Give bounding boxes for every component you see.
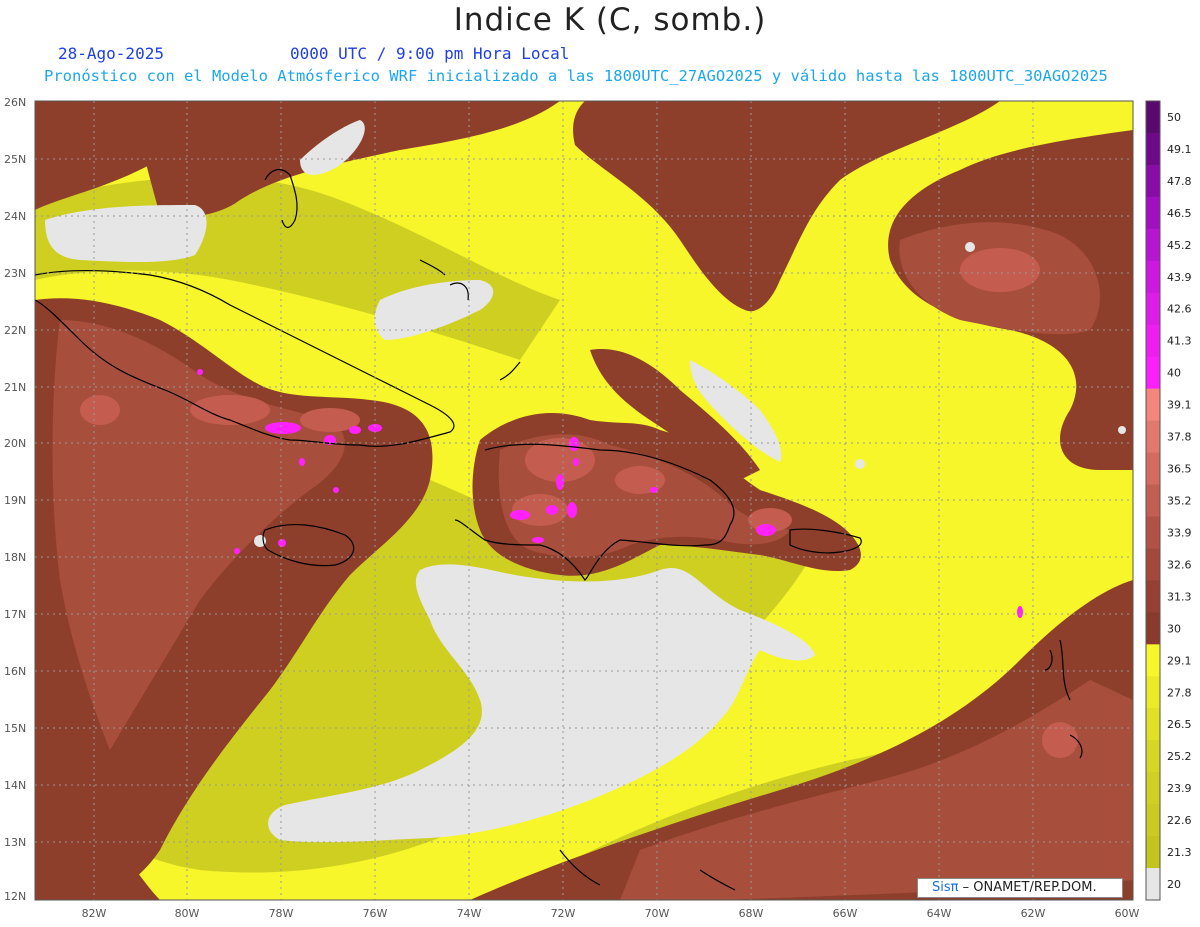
latitude-labels: 26N 25N 24N 23N 22N 21N 20N 19N 18N 17N …	[4, 96, 26, 903]
colorbar-label: 42.6	[1167, 303, 1192, 316]
colorbar-label: 43.9	[1167, 271, 1192, 284]
colorbar-label: 30	[1167, 622, 1181, 635]
colorbar-swatch	[1146, 132, 1160, 166]
lon-label: 78W	[269, 907, 294, 920]
lon-label: 70W	[645, 907, 670, 920]
colorbar-swatch	[1146, 452, 1160, 486]
colorbar-label: 39.1	[1167, 399, 1192, 412]
colorbar-label: 50	[1167, 111, 1181, 124]
colorbar-swatch	[1146, 164, 1160, 198]
colorbar-label: 32.6	[1167, 558, 1192, 571]
lat-label: 16N	[4, 665, 26, 678]
colorbar-label: 47.8	[1167, 175, 1192, 188]
credit-text: – ONAMET/REP.DOM.	[962, 880, 1097, 895]
colorbar-label: 20	[1167, 878, 1181, 891]
k-index-map: 26N 25N 24N 23N 22N 21N 20N 19N 18N 17N …	[4, 96, 1192, 920]
lat-label: 14N	[4, 779, 26, 792]
colorbar-swatch	[1146, 804, 1160, 837]
lat-label: 15N	[4, 722, 26, 735]
sispi-logo: Sisπ	[932, 880, 959, 895]
lat-label: 26N	[4, 96, 26, 109]
credit-badge: Sisπ – ONAMET/REP.DOM.	[917, 878, 1123, 898]
colorbar-label: 36.5	[1167, 463, 1192, 476]
colorbar-swatch	[1146, 420, 1160, 454]
colorbar-swatch	[1146, 101, 1160, 134]
lat-label: 13N	[4, 836, 26, 849]
colorbar-label: 29.1	[1167, 654, 1192, 667]
lat-label: 12N	[4, 890, 26, 903]
longitude-labels: 82W 80W 78W 76W 74W 72W 70W 68W 66W 64W …	[82, 907, 1140, 920]
colorbar-swatch	[1146, 292, 1160, 326]
colorbar-swatch	[1146, 868, 1160, 901]
lon-label: 80W	[175, 907, 200, 920]
map-field	[35, 101, 1133, 900]
colorbar-label: 31.3	[1167, 590, 1192, 603]
colorbar-swatch	[1146, 580, 1160, 613]
colorbar-label: 27.8	[1167, 686, 1192, 699]
colorbar-swatch	[1146, 772, 1160, 805]
colorbar-swatch	[1146, 612, 1160, 645]
colorbar-label: 25.2	[1167, 750, 1192, 763]
colorbar-label: 46.5	[1167, 207, 1192, 220]
lon-label: 74W	[457, 907, 482, 920]
lat-label: 22N	[4, 324, 26, 337]
colorbar-swatch	[1146, 388, 1160, 422]
colorbar-swatch	[1146, 676, 1160, 709]
colorbar-label: 23.9	[1167, 782, 1192, 795]
colorbar-swatch	[1146, 228, 1160, 262]
lon-label: 64W	[927, 907, 952, 920]
colorbar-label: 45.2	[1167, 239, 1192, 252]
colorbar-swatch	[1146, 516, 1160, 549]
colorbar-label: 49.1	[1167, 143, 1192, 156]
colorbar-swatch	[1146, 836, 1160, 869]
colorbar-label: 26.5	[1167, 718, 1192, 731]
colorbar-swatch	[1146, 740, 1160, 773]
lon-label: 66W	[833, 907, 858, 920]
lat-label: 17N	[4, 608, 26, 621]
colorbar-swatch	[1146, 484, 1160, 517]
colorbar-label: 33.9	[1167, 526, 1192, 539]
colorbar-label: 40	[1167, 367, 1181, 380]
colorbar-label: 41.3	[1167, 335, 1192, 348]
lat-label: 21N	[4, 381, 26, 394]
colorbar-swatch	[1146, 196, 1160, 230]
colorbar-swatch	[1146, 708, 1160, 741]
colorbar: 50 49.1 47.8 46.5 45.2 43.9 42.6 41.3 40 39.1 37.8…	[1145, 100, 1192, 901]
lon-label: 76W	[363, 907, 388, 920]
colorbar-swatch	[1146, 356, 1160, 390]
colorbar-swatch	[1146, 644, 1160, 677]
lat-label: 23N	[4, 267, 26, 280]
lon-label: 62W	[1021, 907, 1046, 920]
lat-label: 20N	[4, 437, 26, 450]
lon-label: 68W	[739, 907, 764, 920]
lat-label: 25N	[4, 153, 26, 166]
colorbar-label: 37.8	[1167, 431, 1192, 444]
lon-label: 72W	[551, 907, 576, 920]
colorbar-swatch	[1146, 324, 1160, 358]
colorbar-label: 35.2	[1167, 495, 1192, 508]
lat-label: 24N	[4, 210, 26, 223]
colorbar-swatch	[1146, 260, 1160, 294]
lon-label: 82W	[82, 907, 107, 920]
colorbar-label: 22.6	[1167, 814, 1192, 827]
lat-label: 18N	[4, 551, 26, 564]
colorbar-swatch	[1146, 548, 1160, 581]
lon-label: 60W	[1115, 907, 1140, 920]
colorbar-label: 21.3	[1167, 846, 1192, 859]
lat-label: 19N	[4, 494, 26, 507]
